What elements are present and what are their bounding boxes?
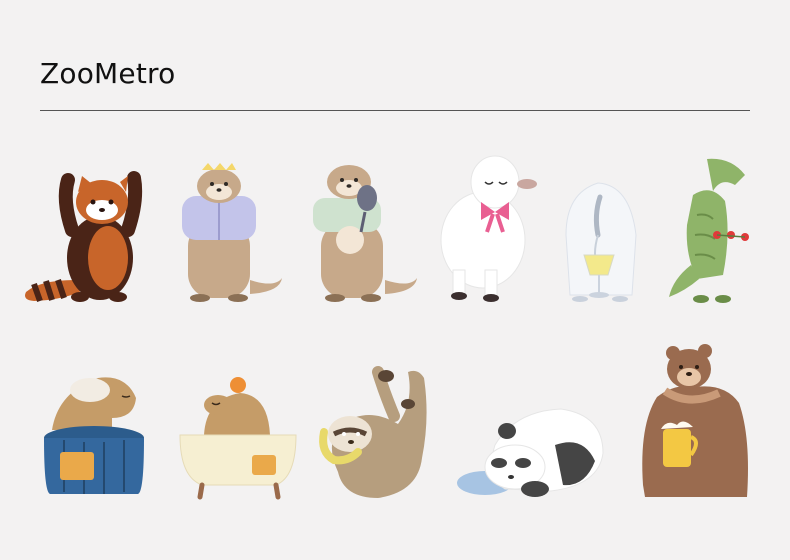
polar-bear-with-drink-icon [558,175,643,305]
header-divider [40,110,750,111]
otter-with-hand-mirror-icon [305,160,425,305]
panda-sleeping-on-pillow-icon [455,405,605,500]
sloth-with-banana-icon [318,362,438,502]
crocodile-holding-flower-icon [665,155,755,305]
page-title: ZooMetro [40,57,176,90]
red-panda-cheering-icon [20,160,150,305]
capybara-in-blue-tub-icon [38,368,150,500]
sheep-with-pink-bow-icon [435,150,537,305]
otter-in-lavender-cardigan-icon [170,160,290,305]
capybara-in-bathtub-icon [178,375,298,500]
brown-bear-with-beer-icon [635,344,755,500]
